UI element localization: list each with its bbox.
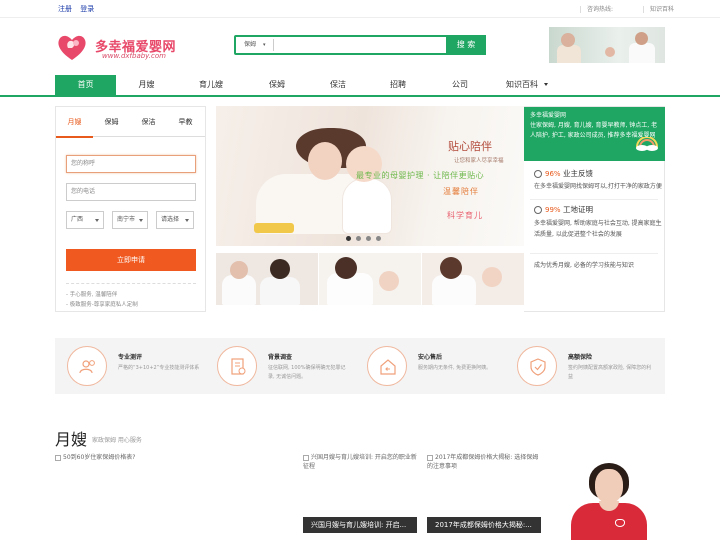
feature-background-check: 背景调查 征信联网, 100%确保明确无犯罪记录, 无诚信问题。 [205, 338, 355, 394]
form-notes: - 手心服务, 温馨陪伴 - 极致服务-尊享家庭私人定制 [66, 283, 196, 310]
main-nav: 首页 月嫂 育儿嫂 保姆 保洁 招聘 公司 知识百科 [0, 75, 720, 97]
nav-item-nanny[interactable]: 育儿嫂 [177, 75, 245, 95]
stat-certified: 99% 工地证明 多幸福爱婴网, 帮助家庭与社会互动, 提高家庭生活质量, 以此… [534, 205, 664, 240]
register-link[interactable]: 注册 [58, 5, 72, 13]
brand-url: www.dxfbaby.com [102, 52, 166, 60]
broken-image-caption: 兴国月嫂与育儿嫂培训: 开启您的职业新征程 [303, 454, 417, 470]
shield-icon [534, 206, 542, 214]
nav-item-knowledge[interactable]: 知识百科 [491, 75, 563, 95]
header-banner-image[interactable] [549, 27, 665, 63]
cloud-icon [534, 170, 542, 178]
home-return-icon [380, 359, 396, 375]
document-check-icon [231, 358, 246, 375]
nav-item-knowledge-label: 知识百科 [506, 80, 538, 89]
thumbnail[interactable] [422, 253, 524, 305]
slider-dot[interactable] [346, 236, 351, 241]
name-input[interactable]: 您的称呼 [66, 155, 196, 173]
article-card[interactable]: 2017年成都保姆价格大揭秘: 选择保姆的注意事项 2017年成都保姆价格大揭秘… [427, 453, 541, 534]
users-icon [79, 360, 95, 374]
login-link[interactable]: 登录 [80, 5, 94, 13]
form-note: - 极致服务-尊享家庭私人定制 [66, 302, 138, 308]
heart-logo-icon [58, 35, 86, 60]
slider-line-1: 最专业的母婴护理 · 让陪伴更贴心 [356, 171, 485, 180]
slider-dot[interactable] [366, 236, 371, 241]
broken-image-icon [303, 454, 309, 461]
district-select[interactable]: 请选择 [156, 211, 194, 229]
article-card[interactable]: 兴国月嫂与育儿嫂培训: 开启您的职业新征程 兴国月嫂与育儿嫂培训: 开启... [303, 453, 417, 534]
stat-certified-desc: 多幸福爱婴网, 帮助家庭与社会互动, 提高家庭生活质量, 以此促进整个社会的发展 [534, 220, 662, 238]
thumbnail[interactable] [216, 253, 318, 305]
section-title: 月嫂 [55, 430, 88, 449]
feature-after-sales: 安心售后 服务期内无条件, 免费更换阿姨。 [355, 338, 505, 394]
application-form: 月嫂 保姆 保洁 早教 您的称呼 您的电话 广西 南宁市 请选择 立即申请 - … [55, 106, 206, 312]
slider-line-2: 温馨陪伴 [443, 187, 479, 196]
nav-item-maternity[interactable]: 月嫂 [116, 75, 177, 95]
city-select[interactable]: 南宁市 [112, 211, 148, 229]
search-category-value: 保姆 [244, 41, 257, 48]
slider-thumbnails [216, 253, 524, 305]
broken-image-icon [55, 454, 61, 461]
slider-line-3: 科学育儿 [447, 211, 483, 220]
nav-item-home[interactable]: 首页 [55, 75, 116, 95]
search-bar: 保姆 ▾ 搜 索 [234, 35, 486, 55]
tab-early-education[interactable]: 早教 [167, 107, 204, 137]
tab-maternity[interactable]: 月嫂 [56, 107, 93, 138]
knowledge-link[interactable]: 知识百科 [642, 6, 680, 13]
broken-image-caption: 50到60岁住家保姆价格表? [55, 453, 175, 462]
nav-item-cleaning[interactable]: 保洁 [309, 75, 367, 95]
auth-links: 注册 登录 [58, 4, 100, 14]
apply-button[interactable]: 立即申请 [66, 249, 196, 271]
broken-image-icon [427, 454, 433, 461]
panel-header: 多幸福爱婴网 住家保姆, 月嫂, 育儿嫂, 育婴早教师, 钟点工, 老人陪护, … [524, 107, 665, 161]
features-strip: 专业测评 严格的“3+10+2”专业技能测评体系 背景调查 征信联网, 100%… [55, 338, 665, 394]
top-bar: 注册 登录 咨询热线: 知识百科 [0, 0, 720, 18]
article-title-bar[interactable]: 2017年成都保姆价格大揭秘:... [427, 517, 541, 533]
feature-assessment: 专业测评 严格的“3+10+2”专业技能测评体系 [55, 338, 205, 394]
rainbow-cloud-icon [636, 137, 658, 151]
hero-slider[interactable]: 贴心陪伴 让您和家人尽享幸福 最专业的母婴护理 · 让陪伴更贴心 温馨陪伴 科学… [216, 106, 524, 246]
form-tabs: 月嫂 保姆 保洁 早教 [56, 107, 205, 138]
chevron-down-icon: ▾ [262, 42, 266, 48]
caret-down-icon [544, 83, 548, 86]
slider-dot[interactable] [356, 236, 361, 241]
shield-check-icon [530, 358, 546, 376]
article-card[interactable]: 50到60岁住家保姆价格表? [55, 453, 175, 462]
heart-badge-icon [615, 519, 625, 527]
hotline-label: 咨询热线: [580, 6, 620, 13]
broken-image-caption: 2017年成都保姆价格大揭秘: 选择保姆的注意事项 [427, 454, 539, 470]
search-button[interactable]: 搜 索 [446, 35, 486, 55]
search-input[interactable] [274, 38, 444, 52]
slider-dots [346, 235, 386, 243]
slider-title: 贴心陪伴 [448, 140, 492, 153]
slider-dot[interactable] [376, 236, 381, 241]
stat-feedback: 96% 业主反馈 在多幸福爱婴网找保姆可以,打打干净的家政方便 [534, 169, 664, 192]
panel-footer-link[interactable]: 成为优秀月嫂, 必备的学习技能与知识 [534, 261, 664, 271]
form-note: - 手心服务, 温馨陪伴 [66, 292, 118, 298]
search-category-select[interactable]: 保姆 ▾ [238, 39, 274, 51]
nav-item-company[interactable]: 公司 [429, 75, 491, 95]
feature-insurance: 高额保险 签约阿姨配置高额家政险, 保障您的利益 [505, 338, 655, 394]
section-subtitle: 家政保姆 用心服务 [92, 437, 142, 444]
phone-input[interactable]: 您的电话 [66, 183, 196, 201]
province-select[interactable]: 广西 [66, 211, 104, 229]
tab-cleaning[interactable]: 保洁 [130, 107, 167, 137]
article-title-bar[interactable]: 兴国月嫂与育儿嫂培训: 开启... [303, 517, 417, 533]
slider-subtitle: 让您和家人尽享幸福 [454, 158, 504, 164]
stat-feedback-desc: 在多幸福爱婴网找保姆可以,打打干净的家政方便 [534, 183, 662, 190]
info-panel: 多幸福爱婴网 住家保姆, 月嫂, 育儿嫂, 育婴早教师, 钟点工, 老人陪护, … [524, 106, 665, 312]
thumbnail[interactable] [319, 253, 421, 305]
tab-babysitter[interactable]: 保姆 [93, 107, 130, 137]
nav-item-recruit[interactable]: 招聘 [367, 75, 429, 95]
site-logo[interactable]: 多幸福爱婴网 www.dxfbaby.com [56, 28, 186, 64]
caregiver-portrait[interactable] [551, 453, 665, 540]
top-right-links: 咨询热线: 知识百科 [580, 4, 680, 13]
nav-item-babysitter[interactable]: 保姆 [245, 75, 309, 95]
